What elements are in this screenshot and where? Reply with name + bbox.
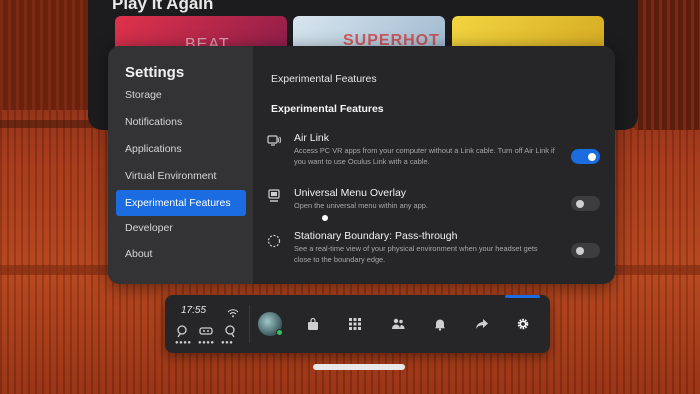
universal-menu-bar: 17:55 ●●●● ●●●● ●●● (165, 295, 550, 353)
settings-title: Settings (125, 64, 185, 81)
sidebar-item-storage[interactable]: Storage (116, 82, 246, 108)
store-section-title: Play It Again (112, 0, 214, 13)
people-icon[interactable] (391, 317, 405, 331)
sidebar-item-developer[interactable]: Developer (116, 215, 246, 241)
apps-icon[interactable] (348, 317, 362, 331)
section-title: Experimental Features (271, 103, 384, 115)
settings-sidebar: Settings Storage Notifications Applicati… (108, 46, 253, 284)
setting-title: Universal Menu Overlay (294, 187, 407, 199)
air-link-icon (267, 134, 282, 148)
setting-title: Stationary Boundary: Pass-through (294, 230, 458, 242)
air-link-toggle[interactable] (571, 149, 600, 164)
setting-row-universal-menu-overlay[interactable]: Universal Menu Overlay Open the universa… (267, 187, 603, 217)
environment-wall (0, 0, 95, 110)
universal-menu-overlay-toggle[interactable] (571, 196, 600, 211)
environment-wall (635, 0, 700, 130)
boundary-icon (267, 234, 281, 248)
toggle-knob (576, 246, 584, 255)
store-icon[interactable] (306, 317, 320, 331)
toggle-knob (588, 152, 596, 161)
settings-content: Experimental Features Experimental Featu… (253, 46, 615, 284)
settings-icon[interactable] (516, 317, 530, 331)
stationary-boundary-toggle[interactable] (571, 243, 600, 258)
monitor-icon (267, 189, 281, 203)
setting-row-stationary-boundary[interactable]: Stationary Boundary: Pass-through See a … (267, 230, 603, 270)
sidebar-item-virtual-environment[interactable]: Virtual Environment (116, 163, 246, 189)
home-indicator (313, 364, 405, 370)
setting-description: Open the universal menu within any app. (294, 201, 428, 210)
settings-panel: Settings Storage Notifications Applicati… (108, 46, 615, 284)
pointer-cursor (322, 215, 328, 221)
setting-title: Air Link (294, 132, 330, 144)
menu-divider (249, 305, 250, 343)
online-status-indicator (276, 329, 283, 336)
setting-row-air-link[interactable]: Air Link Access PC VR apps from your com… (267, 132, 603, 172)
setting-description: See a real-time view of your physical en… (294, 244, 538, 264)
active-indicator (505, 295, 540, 298)
toggle-knob (576, 199, 584, 208)
setting-description: Access PC VR apps from your computer wit… (294, 146, 555, 166)
sidebar-item-experimental-features[interactable]: Experimental Features (116, 190, 246, 216)
battery-dots: ●●●● (198, 340, 215, 346)
sidebar-item-notifications[interactable]: Notifications (116, 109, 246, 135)
share-icon[interactable] (475, 317, 489, 331)
breadcrumb: Experimental Features (271, 73, 377, 85)
clock: 17:55 (181, 305, 207, 316)
battery-dots: ●●● (221, 340, 234, 346)
notifications-icon[interactable] (433, 317, 447, 331)
headset-icon[interactable]: ●●●● (198, 325, 215, 346)
left-controller-icon[interactable]: ●●●● (175, 325, 192, 346)
wifi-icon[interactable] (227, 305, 239, 318)
sidebar-item-applications[interactable]: Applications (116, 136, 246, 162)
avatar[interactable] (258, 312, 283, 336)
battery-dots: ●●●● (175, 340, 192, 346)
sidebar-item-about[interactable]: About (116, 241, 246, 267)
right-controller-icon[interactable]: ●●● (221, 325, 237, 346)
